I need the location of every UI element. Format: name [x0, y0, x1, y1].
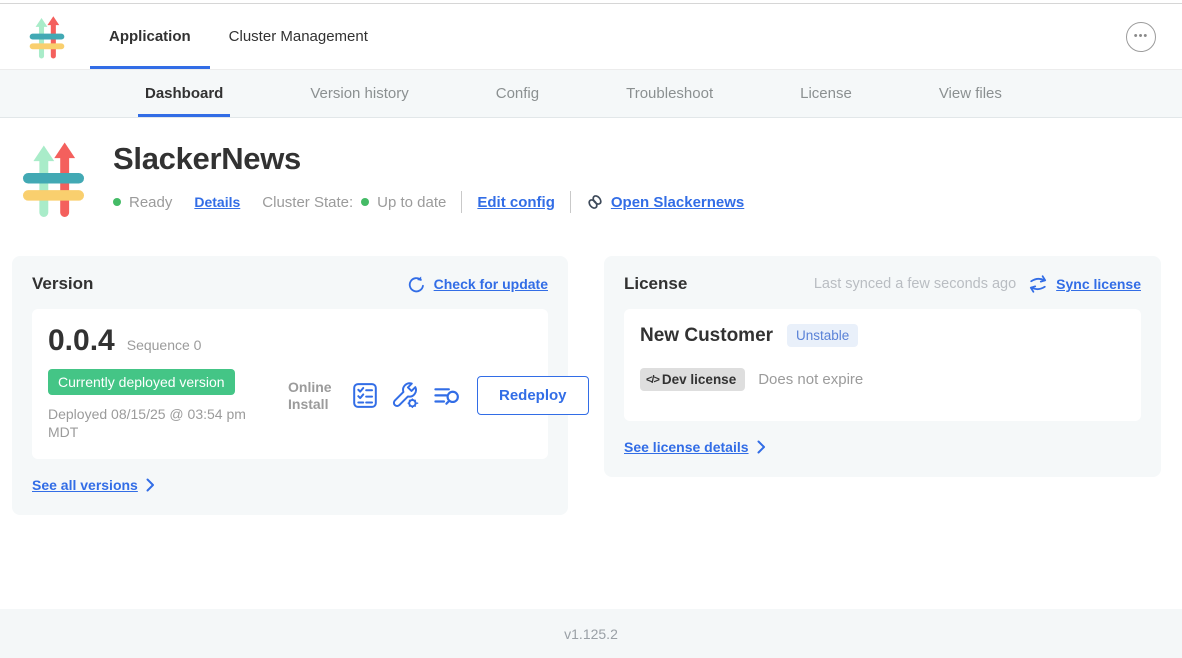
see-license-details-link[interactable]: See license details — [624, 439, 749, 455]
code-icon: </> — [646, 374, 659, 386]
app-logo-icon — [28, 15, 66, 59]
preflight-checks-icon[interactable] — [352, 382, 378, 409]
version-card: Version Check for update 0.0.4 Sequence … — [12, 256, 568, 515]
tab-troubleshoot[interactable]: Troubleshoot — [619, 73, 720, 117]
console-footer: v1.125.2 — [0, 609, 1182, 658]
see-license-details[interactable]: See license details — [624, 439, 1141, 455]
license-card: License Last synced a few seconds ago Sy… — [604, 256, 1161, 477]
details-link[interactable]: Details — [194, 194, 240, 210]
cluster-state-value: Up to date — [377, 194, 446, 211]
app-status-row: Ready Details Cluster State: Up to date … — [113, 191, 744, 213]
license-detail-panel: New Customer Unstable </> Dev license Do… — [624, 309, 1141, 421]
channel-badge: Unstable — [787, 324, 858, 347]
app-status-text: Ready — [129, 194, 172, 211]
chevron-right-icon — [757, 440, 766, 454]
chevron-right-icon — [146, 478, 155, 492]
tab-license[interactable]: License — [793, 73, 859, 117]
page-title: SlackerNews — [113, 141, 744, 177]
divider — [461, 191, 462, 213]
tab-view-files[interactable]: View files — [932, 73, 1009, 117]
sync-license-link[interactable]: Sync license — [1056, 276, 1141, 292]
app-sub-nav: Dashboard Version history Config Trouble… — [0, 70, 1182, 118]
config-wrench-icon[interactable] — [392, 382, 419, 409]
check-for-update[interactable]: Check for update — [407, 275, 548, 294]
license-type-label: Dev license — [662, 372, 736, 387]
license-type-badge: </> Dev license — [640, 368, 745, 391]
ellipsis-menu-icon[interactable]: ••• — [1126, 22, 1156, 52]
primary-nav: Application Cluster Management ••• — [0, 4, 1182, 70]
tab-version-history[interactable]: Version history — [303, 73, 415, 117]
tab-application[interactable]: Application — [90, 7, 210, 69]
open-app-link[interactable]: Open Slackernews — [611, 194, 744, 211]
console-version: v1.125.2 — [564, 626, 618, 642]
link-chain-icon — [586, 193, 604, 211]
app-hero: SlackerNews Ready Details Cluster State:… — [0, 118, 1182, 221]
app-logo-large-icon — [20, 137, 87, 221]
cluster-state-label: Cluster State: — [262, 194, 353, 211]
sync-arrows-icon — [1028, 274, 1048, 294]
tab-config[interactable]: Config — [489, 73, 546, 117]
cluster-state-dot — [361, 198, 369, 206]
tab-dashboard[interactable]: Dashboard — [138, 73, 230, 117]
version-number: 0.0.4 — [48, 324, 115, 358]
license-expiry-text: Does not expire — [758, 371, 863, 388]
current-version-panel: 0.0.4 Sequence 0 Currently deployed vers… — [32, 309, 548, 459]
tab-cluster-management[interactable]: Cluster Management — [210, 7, 387, 69]
see-all-versions[interactable]: See all versions — [32, 477, 548, 493]
sequence-label: Sequence 0 — [127, 337, 202, 353]
deploy-logs-icon[interactable] — [433, 384, 461, 408]
refresh-icon — [407, 275, 426, 294]
edit-config-link[interactable]: Edit config — [477, 194, 555, 211]
deployed-status-badge: Currently deployed version — [48, 369, 235, 395]
license-card-title: License — [624, 274, 687, 294]
version-card-title: Version — [32, 274, 93, 294]
app-status-dot — [113, 198, 121, 206]
install-type-label: Online Install — [288, 379, 338, 413]
check-for-update-link[interactable]: Check for update — [434, 276, 548, 292]
deployed-timestamp: Deployed 08/15/25 @ 03:54 pm MDT — [48, 405, 273, 441]
primary-tabs: Application Cluster Management — [90, 4, 387, 69]
last-synced-text: Last synced a few seconds ago — [814, 276, 1016, 292]
divider — [570, 191, 571, 213]
open-app[interactable]: Open Slackernews — [586, 193, 744, 211]
customer-name: New Customer — [640, 325, 773, 347]
nav-spacer — [387, 4, 1126, 69]
see-all-versions-link[interactable]: See all versions — [32, 477, 138, 493]
redeploy-button[interactable]: Redeploy — [477, 376, 589, 415]
dashboard-cards: Version Check for update 0.0.4 Sequence … — [12, 256, 1182, 515]
